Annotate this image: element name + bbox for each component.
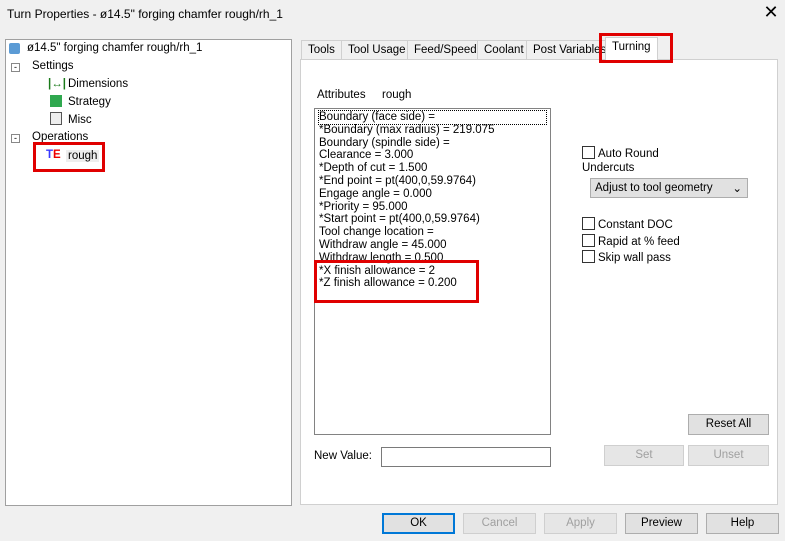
tab-tools[interactable]: Tools <box>301 40 342 60</box>
preview-button[interactable]: Preview <box>625 513 698 534</box>
list-item[interactable]: Boundary (face side) = <box>318 110 547 125</box>
new-value-label: New Value: <box>314 450 372 462</box>
tree-dimensions[interactable]: Dimensions <box>68 78 128 90</box>
cancel-button[interactable]: Cancel <box>463 513 536 534</box>
undercuts-dropdown[interactable]: Adjust to tool geometry ⌄ <box>590 178 748 198</box>
tree-misc[interactable]: Misc <box>68 114 92 126</box>
operation-tree[interactable]: ø14.5" forging chamfer rough/rh_1 - Sett… <box>5 39 292 506</box>
auto-round-checkbox[interactable]: Auto Round <box>582 146 659 160</box>
help-button[interactable]: Help <box>706 513 779 534</box>
strategy-icon <box>50 95 62 107</box>
list-item[interactable]: *Depth of cut = 1.500 <box>319 162 546 175</box>
list-item[interactable]: Withdraw angle = 45.000 <box>319 239 546 252</box>
list-item[interactable]: *End point = pt(400,0,59.9764) <box>319 175 546 188</box>
window-title: Turn Properties - ø14.5" forging chamfer… <box>7 7 283 21</box>
collapse-icon[interactable]: - <box>11 134 20 143</box>
auto-round-label: Auto Round <box>598 148 659 160</box>
tree-root[interactable]: ø14.5" forging chamfer rough/rh_1 <box>27 42 202 54</box>
tree-strategy[interactable]: Strategy <box>68 96 111 108</box>
new-value-input[interactable] <box>381 447 551 467</box>
undercuts-label: Undercuts <box>582 162 635 174</box>
list-item[interactable]: *Boundary (max radius) = 219.075 <box>319 124 546 137</box>
attributes-name: rough <box>382 89 412 101</box>
tab-feed-speed[interactable]: Feed/Speed <box>407 40 484 60</box>
constant-doc-label: Constant DOC <box>598 219 673 231</box>
constant-doc-checkbox[interactable]: Constant DOC <box>582 217 673 231</box>
rapid-label: Rapid at % feed <box>598 236 680 248</box>
attributes-label: Attributes <box>317 89 366 101</box>
dimensions-icon: |↔| <box>48 78 66 90</box>
part-icon <box>9 43 20 54</box>
list-item[interactable]: *Priority = 95.000 <box>319 201 546 214</box>
undercuts-value: Adjust to tool geometry <box>595 182 713 194</box>
tab-tool-usage[interactable]: Tool Usage <box>341 40 413 60</box>
unset-button[interactable]: Unset <box>688 445 769 466</box>
ok-button[interactable]: OK <box>382 513 455 534</box>
list-item[interactable]: *Start point = pt(400,0,59.9764) <box>319 213 546 226</box>
reset-all-button[interactable]: Reset All <box>688 414 769 435</box>
list-item[interactable]: Tool change location = <box>319 226 546 239</box>
highlight-box <box>599 33 673 63</box>
set-button[interactable]: Set <box>604 445 684 466</box>
chevron-down-icon: ⌄ <box>732 183 742 195</box>
close-button[interactable]: ✕ <box>762 2 780 23</box>
list-item[interactable]: Engage angle = 0.000 <box>319 188 546 201</box>
list-item[interactable]: Boundary (spindle side) = <box>319 137 546 150</box>
highlight-box <box>33 142 105 172</box>
collapse-icon[interactable]: - <box>11 63 20 72</box>
apply-button[interactable]: Apply <box>544 513 617 534</box>
rapid-checkbox[interactable]: Rapid at % feed <box>582 234 680 248</box>
tree-settings[interactable]: Settings <box>32 60 74 72</box>
misc-icon <box>50 112 62 125</box>
skip-wall-label: Skip wall pass <box>598 252 671 264</box>
tab-coolant[interactable]: Coolant <box>477 40 531 60</box>
list-item[interactable]: Clearance = 3.000 <box>319 149 546 162</box>
highlight-box <box>314 260 479 303</box>
skip-wall-checkbox[interactable]: Skip wall pass <box>582 250 671 264</box>
